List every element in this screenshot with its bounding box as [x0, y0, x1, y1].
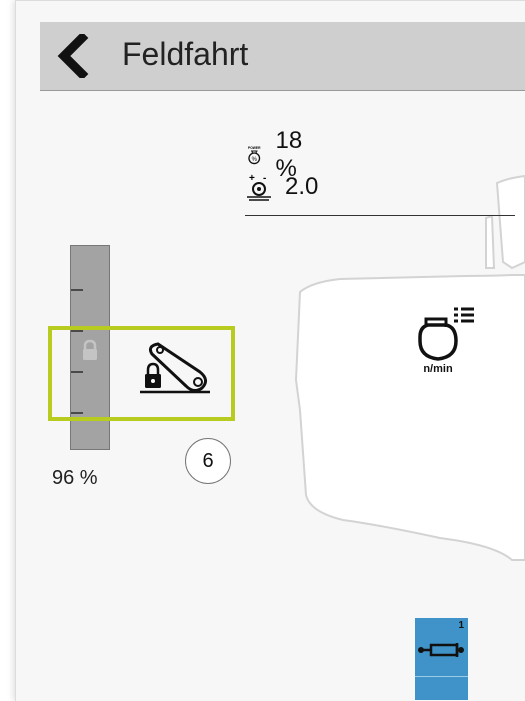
power-percent-icon: POWER %: [248, 146, 261, 165]
svg-text:%: %: [252, 157, 258, 163]
gauge-tick: [71, 289, 83, 291]
hydraulic-valve-number: 1: [458, 620, 464, 631]
engine-rpm-icon: [418, 307, 474, 361]
readout-divider: [245, 215, 515, 216]
power-row: POWER % 18 %: [245, 127, 312, 182]
hydraulic-cylinder-icon: [418, 643, 464, 657]
page-title: Feldfahrt: [122, 36, 249, 72]
locked-lever-icon: [140, 342, 210, 394]
header-bar: Feldfahrt: [40, 22, 525, 91]
callout-marker: 6: [185, 438, 231, 484]
slip-value: 2.0: [285, 173, 319, 200]
wheel-slip-icon: + -: [247, 173, 271, 201]
locked-lever-button[interactable]: [48, 326, 235, 421]
engine-unit-label: n/min: [423, 363, 453, 375]
engine-speed-button[interactable]: n/min: [410, 305, 482, 380]
svg-text:+: +: [249, 173, 255, 184]
chevron-left-icon: [57, 31, 89, 81]
hydraulic-divider: [415, 676, 468, 677]
hydraulic-valve-button[interactable]: 1: [415, 618, 468, 700]
power-caption: POWER: [248, 146, 261, 150]
svg-text:-: -: [263, 173, 266, 184]
back-button[interactable]: [52, 31, 92, 81]
gauge-value: 96 %: [52, 467, 98, 489]
slip-row: + - 2.0: [245, 172, 318, 202]
